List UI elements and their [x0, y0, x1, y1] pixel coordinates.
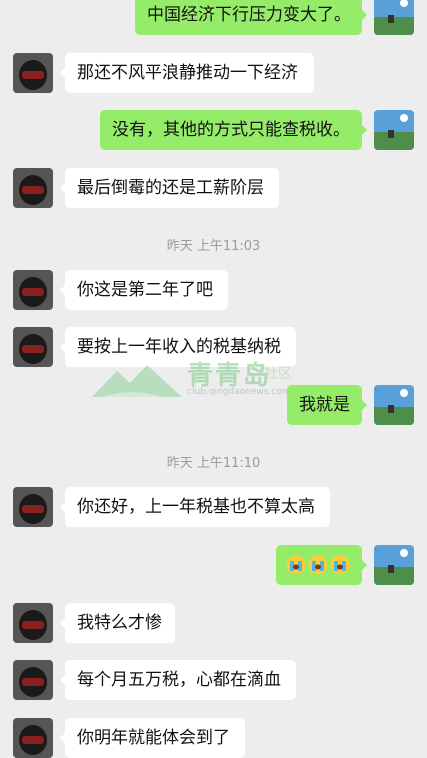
helmet-avatar-image	[13, 168, 53, 208]
message-text: 中国经济下行压力变大了。	[147, 5, 351, 25]
contact-avatar[interactable]	[13, 168, 53, 208]
user-avatar[interactable]	[374, 545, 414, 585]
contact-avatar[interactable]	[13, 718, 53, 758]
message-bubble[interactable]: 那还不风平浪静推动一下经济	[60, 53, 314, 93]
contact-avatar[interactable]	[13, 603, 53, 643]
user-avatar-image	[374, 545, 414, 585]
contact-avatar[interactable]	[13, 327, 53, 367]
message-bubble[interactable]: 我特么才惨	[60, 603, 175, 643]
message-text: 没有，其他的方式只能查税收。	[112, 120, 350, 140]
contact-avatar[interactable]	[13, 270, 53, 310]
message-bubble[interactable]: 你这是第二年了吧	[60, 270, 228, 310]
crying-face-emoji	[308, 555, 328, 575]
message-text: 我特么才惨	[77, 613, 162, 633]
user-avatar[interactable]	[374, 0, 414, 35]
user-avatar[interactable]	[374, 385, 414, 425]
user-avatar[interactable]	[374, 110, 414, 150]
helmet-avatar-image	[13, 270, 53, 310]
helmet-avatar-image	[13, 660, 53, 700]
watermark-suffix: 社区	[264, 366, 292, 382]
helmet-avatar-image	[13, 718, 53, 758]
message-bubble[interactable]: 你明年就能体会到了	[60, 718, 245, 758]
contact-avatar[interactable]	[13, 53, 53, 93]
message-bubble[interactable]: 没有，其他的方式只能查税收。	[100, 110, 367, 150]
message-bubble[interactable]: 每个月五万税，心都在滴血	[60, 660, 296, 700]
message-text: 我就是	[299, 395, 350, 415]
message-bubble[interactable]: 我就是	[287, 385, 367, 425]
message-text: 最后倒霉的还是工薪阶层	[77, 178, 264, 198]
message-text: 那还不风平浪静推动一下经济	[77, 63, 298, 83]
message-bubble[interactable]	[276, 545, 367, 585]
mountain-logo-icon	[92, 365, 182, 397]
timestamp: 昨天 上午11:03	[166, 239, 261, 254]
message-text: 你这是第二年了吧	[77, 280, 213, 300]
helmet-avatar-image	[13, 603, 53, 643]
crying-face-emoji	[286, 555, 306, 575]
crying-face-emoji	[330, 555, 350, 575]
helmet-avatar-image	[13, 53, 53, 93]
user-avatar-image	[374, 0, 414, 35]
helmet-avatar-image	[13, 487, 53, 527]
message-bubble[interactable]: 中国经济下行压力变大了。	[135, 0, 367, 35]
watermark-url: club.qingdaonews.com	[187, 387, 291, 397]
message-bubble[interactable]: 你还好，上一年税基也不算太高	[60, 487, 330, 527]
message-bubble[interactable]: 最后倒霉的还是工薪阶层	[60, 168, 279, 208]
contact-avatar[interactable]	[13, 487, 53, 527]
user-avatar-image	[374, 110, 414, 150]
contact-avatar[interactable]	[13, 660, 53, 700]
helmet-avatar-image	[13, 327, 53, 367]
user-avatar-image	[374, 385, 414, 425]
message-text: 要按上一年收入的税基纳税	[77, 337, 281, 357]
message-text: 你明年就能体会到了	[77, 728, 230, 748]
message-text: 你还好，上一年税基也不算太高	[77, 497, 315, 517]
message-text: 每个月五万税，心都在滴血	[77, 670, 281, 690]
timestamp: 昨天 上午11:10	[166, 456, 261, 471]
